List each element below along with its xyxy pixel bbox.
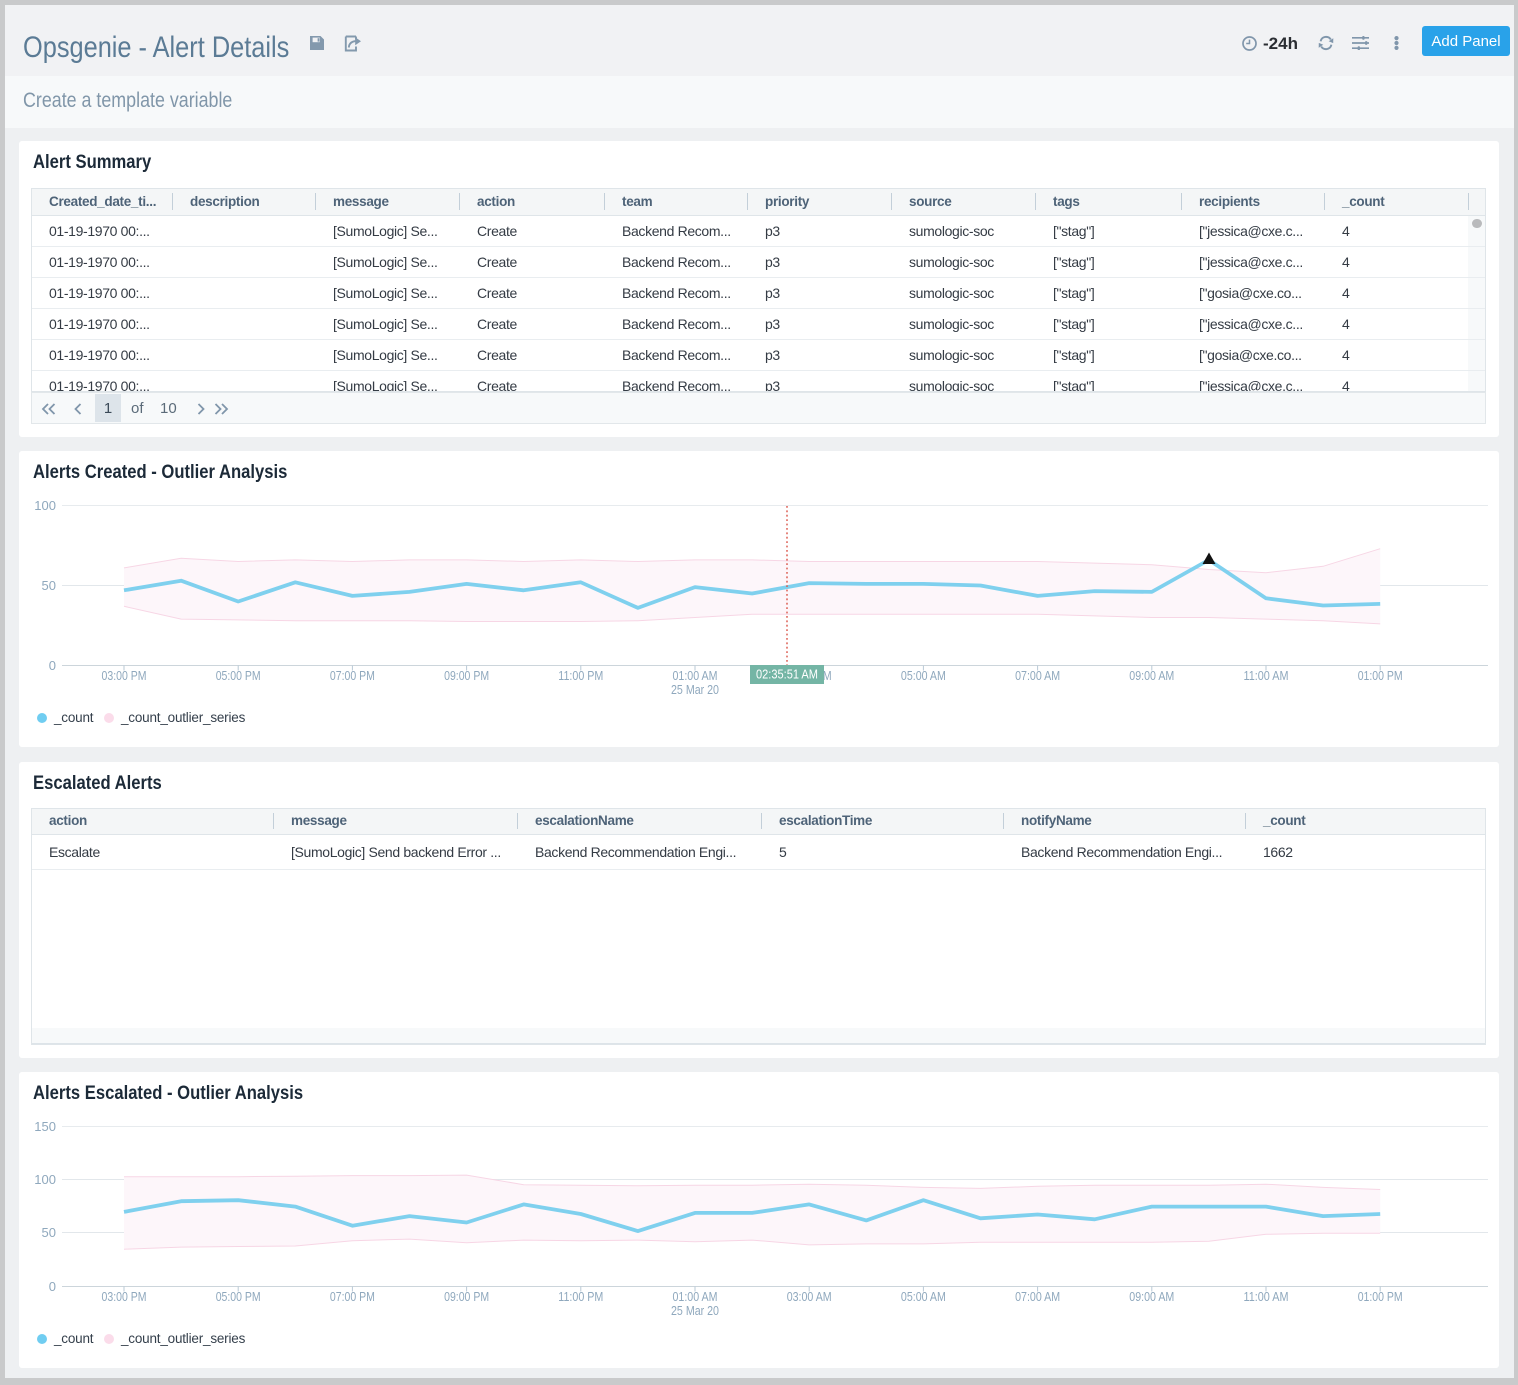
svg-text:01:00 PM: 01:00 PM [1358,668,1403,683]
svg-text:05:00 PM: 05:00 PM [216,668,261,683]
svg-text:07:00 PM: 07:00 PM [330,1289,375,1304]
svg-text:05:00 AM: 05:00 AM [901,1289,946,1304]
svg-text:100: 100 [34,498,56,513]
svg-text:05:00 PM: 05:00 PM [216,1289,261,1304]
svg-text:03:00 PM: 03:00 PM [102,1289,147,1304]
svg-text:11:00 AM: 11:00 AM [1244,668,1289,683]
svg-text:03:00 PM: 03:00 PM [102,668,147,683]
svg-text:25 Mar 20: 25 Mar 20 [671,682,719,697]
svg-text:09:00 AM: 09:00 AM [1129,668,1174,683]
svg-text:05:00 AM: 05:00 AM [901,668,946,683]
svg-text:01:00 AM: 01:00 AM [673,1289,718,1304]
svg-text:11:00 AM: 11:00 AM [1244,1289,1289,1304]
svg-text:0: 0 [49,1279,56,1294]
svg-text:03:00 AM: 03:00 AM [787,1289,832,1304]
svg-text:09:00 PM: 09:00 PM [444,1289,489,1304]
svg-text:150: 150 [34,1119,56,1134]
svg-text:07:00 AM: 07:00 AM [1015,668,1060,683]
svg-text:01:00 AM: 01:00 AM [673,668,718,683]
svg-text:07:00 PM: 07:00 PM [330,668,375,683]
svg-text:50: 50 [42,1225,56,1240]
svg-text:01:00 PM: 01:00 PM [1358,1289,1403,1304]
svg-text:25 Mar 20: 25 Mar 20 [671,1303,719,1318]
svg-text:09:00 AM: 09:00 AM [1129,1289,1174,1304]
svg-text:11:00 PM: 11:00 PM [558,668,603,683]
svg-text:02:35:51 AM: 02:35:51 AM [756,667,818,682]
svg-text:50: 50 [42,578,56,593]
svg-text:11:00 PM: 11:00 PM [558,1289,603,1304]
svg-text:0: 0 [49,658,56,673]
svg-text:09:00 PM: 09:00 PM [444,668,489,683]
svg-text:07:00 AM: 07:00 AM [1015,1289,1060,1304]
svg-text:100: 100 [34,1172,56,1187]
